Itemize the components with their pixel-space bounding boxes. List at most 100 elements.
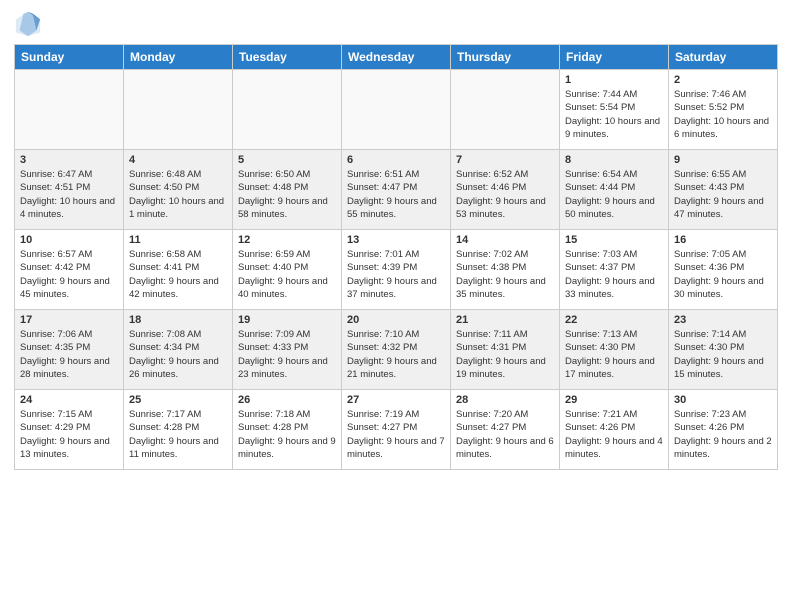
- calendar: SundayMondayTuesdayWednesdayThursdayFrid…: [14, 44, 778, 470]
- day-number: 14: [456, 234, 554, 246]
- calendar-cell: 18Sunrise: 7:08 AM Sunset: 4:34 PM Dayli…: [124, 310, 233, 390]
- day-info: Sunrise: 7:17 AM Sunset: 4:28 PM Dayligh…: [129, 408, 227, 461]
- day-number: 21: [456, 314, 554, 326]
- day-info: Sunrise: 7:03 AM Sunset: 4:37 PM Dayligh…: [565, 248, 663, 301]
- day-info: Sunrise: 6:57 AM Sunset: 4:42 PM Dayligh…: [20, 248, 118, 301]
- calendar-cell: [124, 70, 233, 150]
- day-info: Sunrise: 7:19 AM Sunset: 4:27 PM Dayligh…: [347, 408, 445, 461]
- calendar-cell: 24 Sunrise: 7:15 AM Sunset: 4:29 PM Dayli…: [15, 390, 124, 470]
- logo-icon: [14, 10, 42, 38]
- day-number: 10: [20, 234, 118, 246]
- calendar-cell: 2 Sunrise: 7:46 AM Sunset: 5:52 PM Daylig…: [669, 70, 778, 150]
- calendar-week-5: 24 Sunrise: 7:15 AM Sunset: 4:29 PM Dayli…: [15, 390, 778, 470]
- day-number: 22: [565, 314, 663, 326]
- day-number: 18: [129, 314, 227, 326]
- day-number: 29: [565, 394, 663, 406]
- header: [14, 10, 778, 38]
- calendar-cell: [451, 70, 560, 150]
- calendar-cell: 4 Sunrise: 6:48 AM Sunset: 4:50 PM Daylig…: [124, 150, 233, 230]
- calendar-cell: 20 Sunrise: 7:10 AM Sunset: 4:32 PM Dayli…: [342, 310, 451, 390]
- day-info: Sunrise: 6:54 AM Sunset: 4:44 PM Dayligh…: [565, 168, 663, 221]
- calendar-cell: 8 Sunrise: 6:54 AM Sunset: 4:44 PM Daylig…: [560, 150, 669, 230]
- calendar-header-friday: Friday: [560, 45, 669, 70]
- calendar-header-monday: Monday: [124, 45, 233, 70]
- calendar-week-3: 10 Sunrise: 6:57 AM Sunset: 4:42 PM Dayli…: [15, 230, 778, 310]
- day-number: 9: [674, 154, 772, 166]
- day-number: 16: [674, 234, 772, 246]
- day-number: 24: [20, 394, 118, 406]
- day-number: 12: [238, 234, 336, 246]
- calendar-week-4: 17 Sunrise: 7:06 AM Sunset: 4:35 PM Dayli…: [15, 310, 778, 390]
- calendar-cell: 30 Sunrise: 7:23 AM Sunset: 4:26 PM Dayli…: [669, 390, 778, 470]
- calendar-cell: 3 Sunrise: 6:47 AM Sunset: 4:51 PM Daylig…: [15, 150, 124, 230]
- calendar-header-row: SundayMondayTuesdayWednesdayThursdayFrid…: [15, 45, 778, 70]
- calendar-cell: 10 Sunrise: 6:57 AM Sunset: 4:42 PM Dayli…: [15, 230, 124, 310]
- calendar-cell: 17 Sunrise: 7:06 AM Sunset: 4:35 PM Dayli…: [15, 310, 124, 390]
- calendar-cell: 29 Sunrise: 7:21 AM Sunset: 4:26 PM Dayli…: [560, 390, 669, 470]
- day-info: Sunrise: 7:01 AM Sunset: 4:39 PM Dayligh…: [347, 248, 445, 301]
- calendar-header-thursday: Thursday: [451, 45, 560, 70]
- day-info: Sunrise: 7:20 AM Sunset: 4:27 PM Dayligh…: [456, 408, 554, 461]
- day-number: 15: [565, 234, 663, 246]
- calendar-header-sunday: Sunday: [15, 45, 124, 70]
- day-info: Sunrise: 7:18 AM Sunset: 4:28 PM Dayligh…: [238, 408, 336, 461]
- day-info: Sunrise: 7:10 AM Sunset: 4:32 PM Dayligh…: [347, 328, 445, 381]
- logo: [14, 10, 46, 38]
- day-info: Sunrise: 7:23 AM Sunset: 4:26 PM Dayligh…: [674, 408, 772, 461]
- calendar-cell: 5Sunrise: 6:50 AM Sunset: 4:48 PM Daylig…: [233, 150, 342, 230]
- day-info: Sunrise: 7:13 AM Sunset: 4:30 PM Dayligh…: [565, 328, 663, 381]
- calendar-cell: 19Sunrise: 7:09 AM Sunset: 4:33 PM Dayli…: [233, 310, 342, 390]
- calendar-cell: [342, 70, 451, 150]
- calendar-cell: 15 Sunrise: 7:03 AM Sunset: 4:37 PM Dayli…: [560, 230, 669, 310]
- day-info: Sunrise: 7:09 AM Sunset: 4:33 PM Dayligh…: [238, 328, 336, 381]
- calendar-cell: 28 Sunrise: 7:20 AM Sunset: 4:27 PM Dayli…: [451, 390, 560, 470]
- calendar-cell: 21 Sunrise: 7:11 AM Sunset: 4:31 PM Dayli…: [451, 310, 560, 390]
- day-number: 8: [565, 154, 663, 166]
- calendar-header-wednesday: Wednesday: [342, 45, 451, 70]
- calendar-cell: 6 Sunrise: 6:51 AM Sunset: 4:47 PM Daylig…: [342, 150, 451, 230]
- day-info: Sunrise: 6:48 AM Sunset: 4:50 PM Dayligh…: [129, 168, 227, 221]
- calendar-header-saturday: Saturday: [669, 45, 778, 70]
- day-number: 11: [129, 234, 227, 246]
- day-info: Sunrise: 7:46 AM Sunset: 5:52 PM Dayligh…: [674, 88, 772, 141]
- day-number: 20: [347, 314, 445, 326]
- day-info: Sunrise: 7:06 AM Sunset: 4:35 PM Dayligh…: [20, 328, 118, 381]
- day-number: 30: [674, 394, 772, 406]
- day-number: 6: [347, 154, 445, 166]
- day-number: 4: [129, 154, 227, 166]
- day-info: Sunrise: 7:44 AM Sunset: 5:54 PM Dayligh…: [565, 88, 663, 141]
- day-info: Sunrise: 6:59 AM Sunset: 4:40 PM Dayligh…: [238, 248, 336, 301]
- day-info: Sunrise: 7:14 AM Sunset: 4:30 PM Dayligh…: [674, 328, 772, 381]
- calendar-cell: 12 Sunrise: 6:59 AM Sunset: 4:40 PM Dayli…: [233, 230, 342, 310]
- calendar-cell: 9 Sunrise: 6:55 AM Sunset: 4:43 PM Daylig…: [669, 150, 778, 230]
- calendar-cell: [15, 70, 124, 150]
- day-number: 25: [129, 394, 227, 406]
- day-number: 3: [20, 154, 118, 166]
- day-info: Sunrise: 6:58 AM Sunset: 4:41 PM Dayligh…: [129, 248, 227, 301]
- calendar-cell: 25 Sunrise: 7:17 AM Sunset: 4:28 PM Dayli…: [124, 390, 233, 470]
- day-info: Sunrise: 6:55 AM Sunset: 4:43 PM Dayligh…: [674, 168, 772, 221]
- day-info: Sunrise: 6:50 AM Sunset: 4:48 PM Dayligh…: [238, 168, 336, 221]
- day-number: 17: [20, 314, 118, 326]
- day-number: 26: [238, 394, 336, 406]
- day-number: 13: [347, 234, 445, 246]
- day-number: 2: [674, 74, 772, 86]
- day-info: Sunrise: 6:52 AM Sunset: 4:46 PM Dayligh…: [456, 168, 554, 221]
- day-info: Sunrise: 6:47 AM Sunset: 4:51 PM Dayligh…: [20, 168, 118, 221]
- day-info: Sunrise: 7:15 AM Sunset: 4:29 PM Dayligh…: [20, 408, 118, 461]
- day-number: 27: [347, 394, 445, 406]
- calendar-cell: 22 Sunrise: 7:13 AM Sunset: 4:30 PM Dayli…: [560, 310, 669, 390]
- calendar-cell: 11 Sunrise: 6:58 AM Sunset: 4:41 PM Dayli…: [124, 230, 233, 310]
- calendar-cell: 23 Sunrise: 7:14 AM Sunset: 4:30 PM Dayli…: [669, 310, 778, 390]
- calendar-cell: 7 Sunrise: 6:52 AM Sunset: 4:46 PM Daylig…: [451, 150, 560, 230]
- day-number: 28: [456, 394, 554, 406]
- day-number: 23: [674, 314, 772, 326]
- day-info: Sunrise: 7:11 AM Sunset: 4:31 PM Dayligh…: [456, 328, 554, 381]
- day-info: Sunrise: 6:51 AM Sunset: 4:47 PM Dayligh…: [347, 168, 445, 221]
- day-number: 7: [456, 154, 554, 166]
- day-info: Sunrise: 7:05 AM Sunset: 4:36 PM Dayligh…: [674, 248, 772, 301]
- calendar-cell: 14Sunrise: 7:02 AM Sunset: 4:38 PM Dayli…: [451, 230, 560, 310]
- calendar-cell: 13 Sunrise: 7:01 AM Sunset: 4:39 PM Dayli…: [342, 230, 451, 310]
- calendar-cell: 1Sunrise: 7:44 AM Sunset: 5:54 PM Daylig…: [560, 70, 669, 150]
- day-info: Sunrise: 7:21 AM Sunset: 4:26 PM Dayligh…: [565, 408, 663, 461]
